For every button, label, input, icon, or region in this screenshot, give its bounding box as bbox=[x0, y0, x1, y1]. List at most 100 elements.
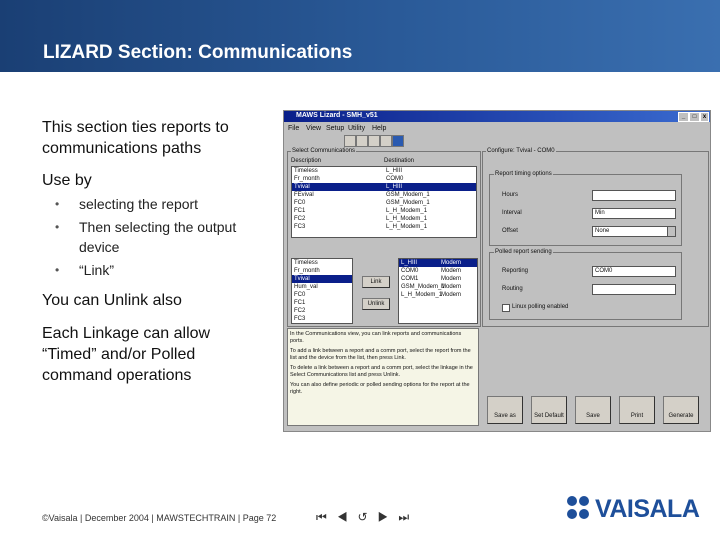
bullet-dot-icon: • bbox=[55, 263, 60, 277]
footer-text: ©Vaisala | December 2004 | MAWSTECHTRAIN… bbox=[42, 513, 277, 523]
linkage-destination-cell: L_H_Modem_1 bbox=[386, 216, 428, 222]
first-slide-icon[interactable]: ⏮ bbox=[316, 510, 337, 524]
routing-label: Routing bbox=[502, 286, 523, 292]
menu-view[interactable]: View bbox=[306, 125, 321, 132]
interval-field[interactable]: Min bbox=[592, 208, 676, 219]
set-default-button[interactable]: Set Default bbox=[531, 396, 567, 424]
report-row[interactable]: Hum_val bbox=[292, 283, 352, 291]
unlink-button[interactable]: Unlink bbox=[362, 298, 390, 310]
report-list[interactable]: Timeless Fr_month Tvival Hum_val FC0 FC1 FC2 FC… bbox=[291, 258, 353, 324]
report-row[interactable]: Fr_month bbox=[292, 267, 352, 275]
report-row[interactable]: FC0 bbox=[292, 291, 352, 299]
linkage-row[interactable]: FEvival GSM_Modem_1 bbox=[292, 191, 476, 199]
linkage-report-cell: FC2 bbox=[294, 216, 306, 222]
bullet-item: • “Link” bbox=[55, 262, 115, 278]
linkage-row[interactable]: Tvival L_HIII bbox=[292, 183, 476, 191]
linkage-line-1: Each Linkage can allow bbox=[42, 325, 211, 342]
last-slide-icon[interactable]: ⏭ bbox=[398, 510, 419, 524]
linkage-row[interactable]: Timeless L_HIII bbox=[292, 167, 476, 175]
title-bar: LIZARD Section: Communications bbox=[0, 0, 720, 72]
menu-help[interactable]: Help bbox=[372, 125, 386, 132]
device-port-cell: COM1 bbox=[401, 276, 419, 282]
toolbar-button-icon[interactable] bbox=[380, 135, 392, 147]
use-by-heading: Use by bbox=[42, 172, 92, 189]
device-name-cell: Modem bbox=[441, 268, 462, 274]
linkage-destination-cell: L_HIII bbox=[386, 168, 403, 174]
linkage-report-cell: Timeless bbox=[294, 168, 318, 174]
timing-group-label: Report timing options bbox=[494, 171, 553, 177]
device-port-cell: L_HIII bbox=[401, 260, 418, 266]
window-titlebar: MAWS Lizard - SMH_v51 _ □ x bbox=[284, 111, 710, 122]
linkage-report-cell: Fr_month bbox=[294, 176, 320, 182]
polled-report-group: Polled report sending Reporting COM0 Rou… bbox=[489, 249, 682, 320]
device-list[interactable]: L_HIII Modem COM0 Modem COM1 Modem GSM_Modem_1… bbox=[398, 258, 478, 324]
report-row[interactable]: FC3 bbox=[292, 315, 352, 323]
device-row[interactable]: L_HIII Modem bbox=[399, 259, 477, 267]
linkage-row[interactable]: FC1 L_H_Modem_1 bbox=[292, 207, 476, 215]
menu-utility[interactable]: Utility bbox=[348, 125, 365, 132]
next-slide-icon[interactable]: ▶ bbox=[378, 510, 399, 524]
bullet-dot-icon: • bbox=[55, 220, 60, 234]
interval-label: Interval bbox=[502, 210, 522, 216]
reporting-field[interactable]: COM0 bbox=[592, 266, 676, 277]
toolbar-button-icon[interactable] bbox=[344, 135, 356, 147]
device-row[interactable]: L_H_Modem_1Modem bbox=[399, 291, 477, 299]
previous-slide-icon[interactable]: ◀ bbox=[337, 510, 358, 524]
vaisala-logo: VAISALA bbox=[565, 493, 700, 525]
return-icon[interactable]: ↺ bbox=[358, 510, 378, 524]
offset-dropdown[interactable]: None bbox=[592, 226, 676, 237]
hours-field[interactable] bbox=[592, 190, 676, 201]
linkage-row[interactable]: Fr_month COM0 bbox=[292, 175, 476, 183]
menu-setup[interactable]: Setup bbox=[326, 125, 344, 132]
linkage-destination-cell: L_H_Modem_1 bbox=[386, 208, 428, 214]
close-icon[interactable]: x bbox=[700, 112, 709, 122]
bullet-dot-icon: • bbox=[55, 197, 60, 211]
select-communications-panel: Select Communications Description Destin… bbox=[287, 148, 481, 327]
menu-file[interactable]: File bbox=[288, 125, 299, 132]
save-as-button[interactable]: Save as bbox=[487, 396, 523, 424]
linkage-row[interactable]: FC0 GSM_Modem_1 bbox=[292, 199, 476, 207]
device-rows: L_HIII Modem COM0 Modem COM1 Modem GSM_Modem_1… bbox=[399, 259, 477, 299]
linkage-destination-cell: L_H_Modem_1 bbox=[386, 224, 428, 230]
linkage-row[interactable]: FC2 L_H_Modem_1 bbox=[292, 215, 476, 223]
device-row[interactable]: GSM_Modem_1Modem bbox=[399, 283, 477, 291]
hours-label: Hours bbox=[502, 192, 519, 198]
device-name-cell: Modem bbox=[441, 260, 462, 266]
report-row[interactable]: FC2 bbox=[292, 307, 352, 315]
device-name-cell: Modem bbox=[441, 292, 462, 298]
help-paragraph: In the Communications view, you can link… bbox=[290, 331, 462, 344]
report-row[interactable]: FC1 bbox=[292, 299, 352, 307]
device-row[interactable]: COM1 Modem bbox=[399, 275, 477, 283]
toolbar-info-icon[interactable] bbox=[392, 135, 404, 147]
linkage-report-cell: FC1 bbox=[294, 208, 306, 214]
chevron-down-icon bbox=[667, 227, 675, 236]
polling-checkbox-label: Linux polling enabled bbox=[512, 304, 569, 310]
polled-group-label: Polled report sending bbox=[494, 249, 553, 255]
print-button[interactable]: Print bbox=[619, 396, 655, 424]
linkage-destination-cell: GSM_Modem_1 bbox=[386, 200, 430, 206]
slide-navigation: ⏮◀↺▶⏭ bbox=[316, 510, 419, 525]
minimize-icon[interactable]: _ bbox=[678, 112, 689, 122]
window-title: MAWS Lizard - SMH_v51 bbox=[296, 112, 378, 119]
save-button[interactable]: Save bbox=[575, 396, 611, 424]
linkage-row[interactable]: FC3 L_H_Modem_1 bbox=[292, 223, 476, 231]
routing-field[interactable] bbox=[592, 284, 676, 295]
generate-button[interactable]: Generate bbox=[663, 396, 699, 424]
polling-checkbox[interactable] bbox=[502, 304, 510, 312]
report-rows: Timeless Fr_month Tvival Hum_val FC0 FC1 FC2 FC… bbox=[292, 259, 352, 323]
toolbar-button-icon[interactable] bbox=[356, 135, 368, 147]
link-button[interactable]: Link bbox=[362, 276, 390, 288]
report-row[interactable]: Timeless bbox=[292, 259, 352, 267]
vaisala-logo-mark-icon bbox=[567, 496, 589, 519]
maximize-icon[interactable]: □ bbox=[689, 112, 700, 122]
linkage-destination-cell: COM0 bbox=[386, 176, 404, 182]
device-row[interactable]: COM0 Modem bbox=[399, 267, 477, 275]
menu-bar: File View Setup Utility Help bbox=[284, 123, 710, 135]
reporting-label: Reporting bbox=[502, 268, 529, 274]
device-name-cell: Modem bbox=[441, 276, 462, 282]
slide-title: LIZARD Section: Communications bbox=[43, 42, 353, 63]
device-port-cell: GSM_Modem_1 bbox=[401, 284, 445, 290]
linkage-list[interactable]: Timeless L_HIII Fr_month COM0 Tvival L_HIII FE… bbox=[291, 166, 477, 238]
report-row[interactable]: Tvival bbox=[292, 275, 352, 283]
toolbar-button-icon[interactable] bbox=[368, 135, 380, 147]
